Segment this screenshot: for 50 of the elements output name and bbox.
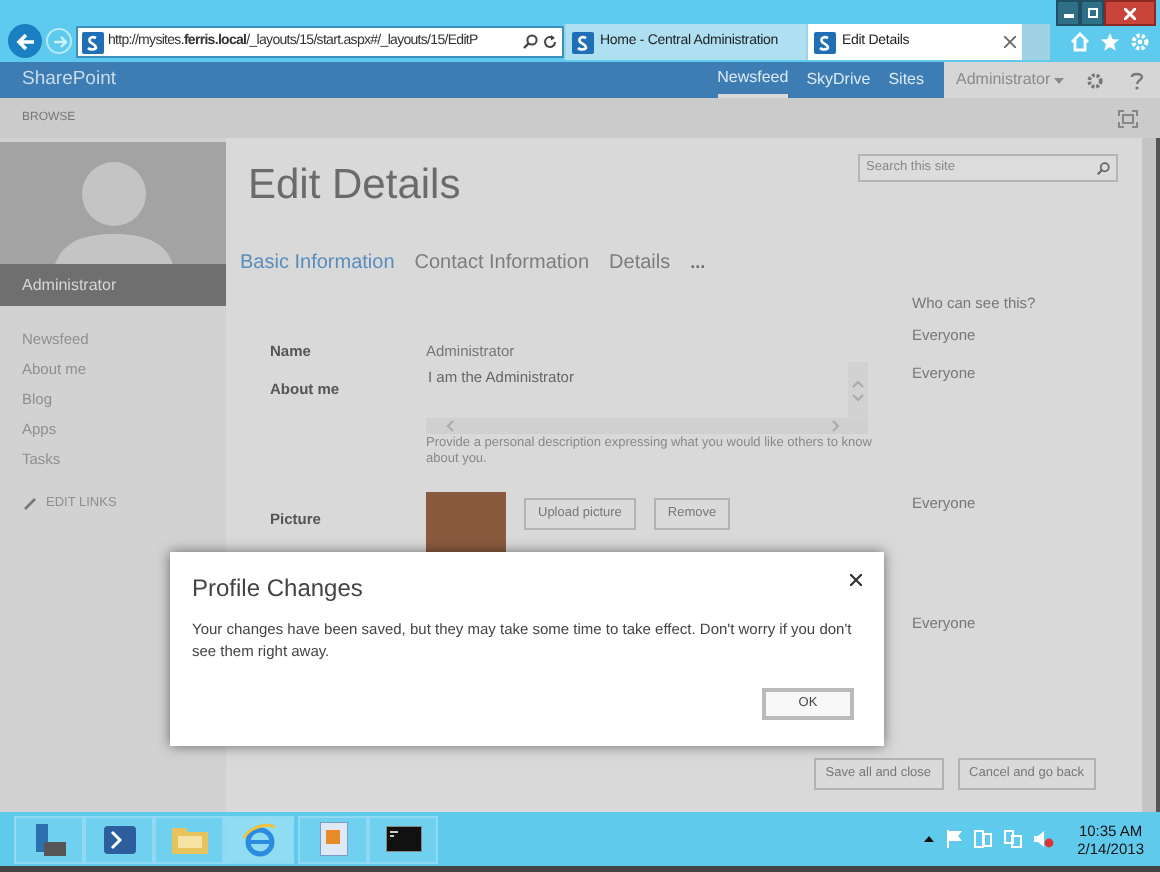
forward-button[interactable]: [46, 28, 72, 54]
chevron-down-icon: [852, 394, 864, 402]
browser-icon: [241, 821, 277, 857]
chevron-right-icon: [832, 420, 840, 432]
section-tab[interactable]: Contact Information: [414, 248, 590, 278]
taskbar-button[interactable]: [368, 815, 438, 863]
scrollbar[interactable]: [1142, 138, 1160, 812]
close-icon: [1124, 7, 1136, 19]
caret-icon: [1054, 77, 1065, 83]
vertical-scrollbar[interactable]: [848, 362, 868, 420]
caret-up-icon[interactable]: [923, 836, 934, 842]
site-icon: [572, 31, 594, 53]
flag-icon[interactable]: [945, 830, 962, 848]
site-icon: [82, 31, 104, 53]
powershell-icon: [103, 825, 135, 853]
brand-label: SharePoint: [20, 65, 117, 94]
page-title: Edit Details: [248, 162, 461, 210]
search-icon[interactable]: [522, 34, 538, 50]
section-tab[interactable]: Basic Information: [240, 248, 395, 278]
arrow-left-icon: [15, 31, 35, 51]
speaker-muted-icon[interactable]: [1033, 830, 1054, 848]
profile-name: Administrator: [22, 273, 117, 297]
horizontal-scrollbar[interactable]: [426, 418, 868, 434]
arrow-right-icon: [51, 33, 67, 49]
star-icon[interactable]: [1100, 32, 1120, 52]
minimize-button[interactable]: [1056, 0, 1080, 26]
dialog-title: Profile Changes: [192, 572, 363, 606]
back-button[interactable]: [8, 24, 42, 58]
close-icon[interactable]: [850, 574, 862, 586]
pencil-icon: [24, 497, 36, 510]
user-menu[interactable]: Administrator: [956, 68, 1065, 92]
more-tabs[interactable]: ...: [690, 249, 706, 277]
photo-placeholder: [426, 492, 506, 558]
terminal-icon: [385, 826, 421, 852]
site-icon: [814, 31, 836, 53]
close-icon[interactable]: [1004, 36, 1016, 48]
refresh-icon[interactable]: [542, 34, 558, 50]
home-icon[interactable]: [1070, 32, 1090, 52]
focus-icon[interactable]: [1118, 109, 1138, 127]
help-icon[interactable]: [1130, 71, 1145, 89]
folder-icon: [171, 824, 207, 854]
close-button[interactable]: [1104, 0, 1156, 26]
search-icon[interactable]: [1096, 161, 1110, 175]
chevron-up-icon: [852, 380, 864, 388]
restore-button[interactable]: [1080, 0, 1104, 26]
settings-icon[interactable]: [1086, 71, 1105, 89]
suite-link[interactable]: Sites: [888, 62, 924, 98]
section-tab[interactable]: Details: [609, 248, 671, 278]
chevron-left-icon: [446, 420, 454, 432]
suite-link[interactable]: SkyDrive: [806, 62, 871, 98]
